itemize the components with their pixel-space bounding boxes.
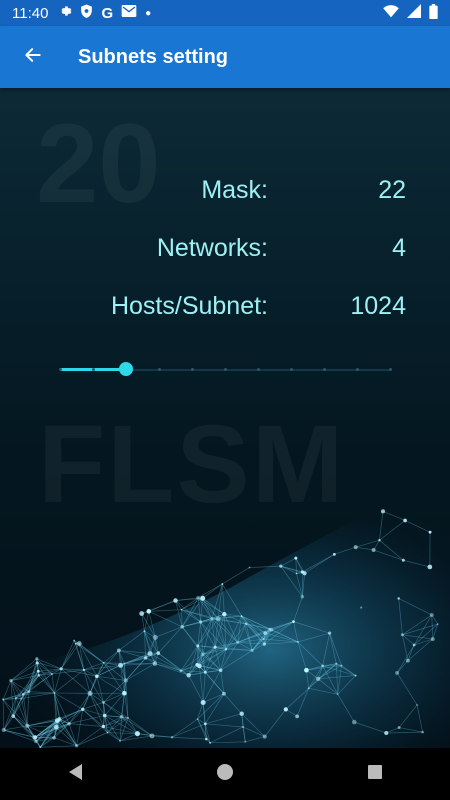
page-title: Subnets setting — [78, 45, 229, 68]
slider-tick — [224, 368, 227, 371]
battery-icon — [429, 3, 438, 23]
triangle-back-icon — [67, 763, 83, 786]
slider-tick — [158, 368, 161, 371]
wifi-icon — [383, 4, 399, 22]
nav-recents-button[interactable] — [355, 754, 395, 794]
networks-value: 4 — [392, 234, 406, 262]
slider-tick — [257, 368, 260, 371]
slider-tick — [323, 368, 326, 371]
hosts-row: Hosts/Subnet: 1024 — [0, 292, 450, 332]
slider-tick — [356, 368, 359, 371]
nav-back-button[interactable] — [55, 754, 95, 794]
mask-slider[interactable] — [59, 358, 392, 382]
status-bar: 11:40 G ● — [0, 0, 450, 26]
slider-thumb[interactable] — [119, 362, 133, 376]
slider-tick — [92, 368, 95, 371]
navigation-bar — [0, 748, 450, 800]
hosts-value: 1024 — [350, 292, 406, 320]
slider-tick — [290, 368, 293, 371]
signal-icon — [407, 4, 421, 22]
network-background-image — [0, 468, 450, 748]
slider-tick — [191, 368, 194, 371]
slider-tick — [59, 368, 62, 371]
networks-label: Networks: — [156, 234, 268, 262]
square-recents-icon — [367, 764, 383, 785]
networks-row: Networks: 4 — [0, 234, 450, 274]
app-bar: Subnets setting — [0, 26, 450, 88]
mask-row: Mask: 22 — [0, 176, 450, 216]
shield-icon — [80, 4, 93, 23]
mask-label: Mask: — [201, 176, 268, 204]
notification-dot-icon: ● — [145, 7, 152, 19]
arrow-left-icon — [23, 45, 43, 70]
gear-icon — [58, 4, 72, 22]
hosts-label: Hosts/Subnet: — [110, 292, 268, 320]
mail-icon — [121, 4, 137, 22]
nav-home-button[interactable] — [205, 754, 245, 794]
mask-value: 22 — [378, 176, 406, 204]
back-button[interactable] — [18, 42, 48, 72]
status-time: 11:40 — [12, 4, 49, 22]
google-icon: G — [101, 4, 114, 22]
circle-home-icon — [216, 763, 234, 786]
slider-tick — [389, 368, 392, 371]
subnet-settings-panel: 20 FLSM Mask: 22 Networks: 4 Hosts/Subne… — [0, 88, 450, 748]
